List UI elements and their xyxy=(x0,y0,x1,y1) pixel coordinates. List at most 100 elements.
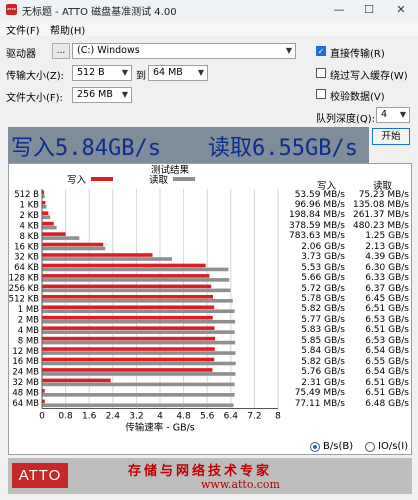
write-value: 5.83 GB/s xyxy=(301,325,345,336)
title-bar: ATTO 无标题 - ATTO 磁盘基准测试 4.00 — ☐ ✕ xyxy=(0,0,418,20)
read-bar xyxy=(42,340,236,345)
y-tick-label: 8 KB xyxy=(19,232,39,242)
y-tick-label: 1 KB xyxy=(19,200,39,210)
legend-label: 读取 xyxy=(149,174,169,186)
x-tick-label: 5.6 xyxy=(200,411,215,421)
x-tick-label: 8 xyxy=(275,411,281,421)
read-value: 6.53 GB/s xyxy=(365,335,409,346)
footer-slogan: 存储与网络技术专家 xyxy=(128,464,273,479)
bytes-per-sec-radio[interactable] xyxy=(310,442,320,452)
chevron-down-icon: ▼ xyxy=(121,90,128,99)
transfer-to-value: 64 MB xyxy=(153,67,183,78)
chevron-down-icon: ▼ xyxy=(197,68,204,77)
read-value: 135.08 MB/s xyxy=(352,199,409,210)
queue-depth-label: 队列深度(Q): xyxy=(316,114,376,125)
read-value: 4.39 GB/s xyxy=(365,252,409,263)
write-value: 5.82 GB/s xyxy=(301,356,345,367)
footer-banner: ATTO 存储与网络技术专家 www.atto.com xyxy=(8,458,412,494)
write-bar xyxy=(42,389,45,393)
minimize-button[interactable]: — xyxy=(324,0,354,20)
write-bar xyxy=(42,253,153,257)
queue-depth-select[interactable]: 4 ▼ xyxy=(376,107,410,123)
read-bar xyxy=(42,236,80,240)
menu-bar: 文件(F) 帮助(H) xyxy=(0,20,418,37)
drive-label: 驱动器 xyxy=(6,49,36,60)
write-value: 96.96 MB/s xyxy=(294,199,345,210)
write-bar xyxy=(42,211,49,215)
start-button[interactable]: 开始 xyxy=(372,128,410,145)
y-tick-label: 2 MB xyxy=(18,315,39,325)
write-bar xyxy=(42,295,214,299)
banner-read: 读取6.55GB/s xyxy=(208,136,358,161)
read-bar xyxy=(42,403,234,408)
read-bar xyxy=(42,382,235,387)
read-value: 6.33 GB/s xyxy=(365,273,409,284)
write-value: 53.59 MB/s xyxy=(294,189,345,200)
transfer-size-from-select[interactable]: 512 B ▼ xyxy=(72,65,132,81)
write-bar xyxy=(42,190,45,195)
write-bar xyxy=(42,242,104,247)
atto-app-icon: ATTO xyxy=(6,4,17,15)
result-banner: 写入5.84GB/s 读取6.55GB/s xyxy=(8,127,369,163)
footer-website[interactable]: www.atto.com xyxy=(201,478,280,491)
bypass-cache-label: 绕过写入缓存(W) xyxy=(330,71,408,82)
write-bar xyxy=(42,232,66,236)
read-value: 75.23 MB/s xyxy=(358,189,409,200)
y-tick-label: 2 KB xyxy=(19,211,39,221)
read-bar xyxy=(42,299,233,303)
chevron-down-icon: ▼ xyxy=(121,68,128,77)
y-tick-label: 32 KB xyxy=(14,253,39,263)
read-value: 6.51 GB/s xyxy=(365,377,409,388)
read-value: 1.25 GB/s xyxy=(365,231,409,242)
write-value: 5.77 GB/s xyxy=(301,314,345,325)
read-bar xyxy=(42,393,235,397)
app-window: ATTO 无标题 - ATTO 磁盘基准测试 4.00 — ☐ ✕ 文件(F) … xyxy=(0,0,418,500)
direct-io-label: 直接传输(R) xyxy=(330,49,385,60)
write-value: 5.53 GB/s xyxy=(301,262,345,273)
x-axis-label: 传输速率 - GB/s xyxy=(125,421,195,433)
y-tick-label: 4 MB xyxy=(18,326,39,336)
write-value: 77.11 MB/s xyxy=(294,398,345,409)
queue-depth-value: 4 xyxy=(381,109,388,120)
read-bar xyxy=(42,194,45,199)
legend-swatch xyxy=(91,177,113,181)
x-tick-label: 0.8 xyxy=(58,411,73,421)
file-size-select[interactable]: 256 MB ▼ xyxy=(72,87,132,103)
read-bar xyxy=(42,288,231,293)
y-tick-label: 64 KB xyxy=(14,263,39,273)
x-tick-label: 7.2 xyxy=(247,411,261,421)
write-bar xyxy=(42,347,215,351)
transfer-size-to-select[interactable]: 64 MB ▼ xyxy=(148,65,208,81)
read-value: 6.48 GB/s xyxy=(365,398,409,409)
read-value: 6.30 GB/s xyxy=(365,262,409,273)
y-tick-label: 1 MB xyxy=(18,305,39,315)
x-tick-label: 2.4 xyxy=(106,411,121,421)
y-tick-label: 32 MB xyxy=(12,378,39,388)
maximize-button[interactable]: ☐ xyxy=(354,0,384,20)
menu-file[interactable]: 文件(F) xyxy=(6,22,40,37)
y-tick-label: 512 KB xyxy=(9,295,39,305)
close-button[interactable]: ✕ xyxy=(386,0,416,20)
io-per-sec-radio[interactable] xyxy=(365,442,375,452)
read-bar xyxy=(42,267,229,272)
y-tick-label: 128 KB xyxy=(9,274,39,284)
write-value: 198.84 MB/s xyxy=(288,210,345,221)
drive-select[interactable]: (C:) Windows ▼ xyxy=(72,43,296,59)
read-value: 6.54 GB/s xyxy=(365,346,409,357)
verify-data-label: 校验数据(V) xyxy=(330,92,385,103)
write-bar xyxy=(42,221,54,226)
write-value: 5.76 GB/s xyxy=(301,367,345,378)
menu-help[interactable]: 帮助(H) xyxy=(50,22,85,37)
read-value: 6.45 GB/s xyxy=(365,294,409,304)
y-tick-label: 16 MB xyxy=(12,357,39,367)
y-tick-label: 64 MB xyxy=(12,399,39,409)
bypass-cache-checkbox[interactable] xyxy=(316,68,326,78)
results-chart: 测试结果 写入 读取 0 0.8 1.6 2.4 3.2 4 4.8 5.6 6.4 7.2 8 传输速率 … xyxy=(8,163,412,455)
write-bar xyxy=(42,274,210,278)
io-per-sec-label: IO/s(I) xyxy=(378,441,409,452)
verify-data-checkbox[interactable] xyxy=(316,89,326,99)
read-value: 480.23 MB/s xyxy=(352,220,409,231)
y-tick-label: 8 MB xyxy=(18,336,39,346)
direct-io-checkbox[interactable]: ✓ xyxy=(316,46,326,56)
drive-browse-button[interactable]: ... xyxy=(52,43,70,59)
